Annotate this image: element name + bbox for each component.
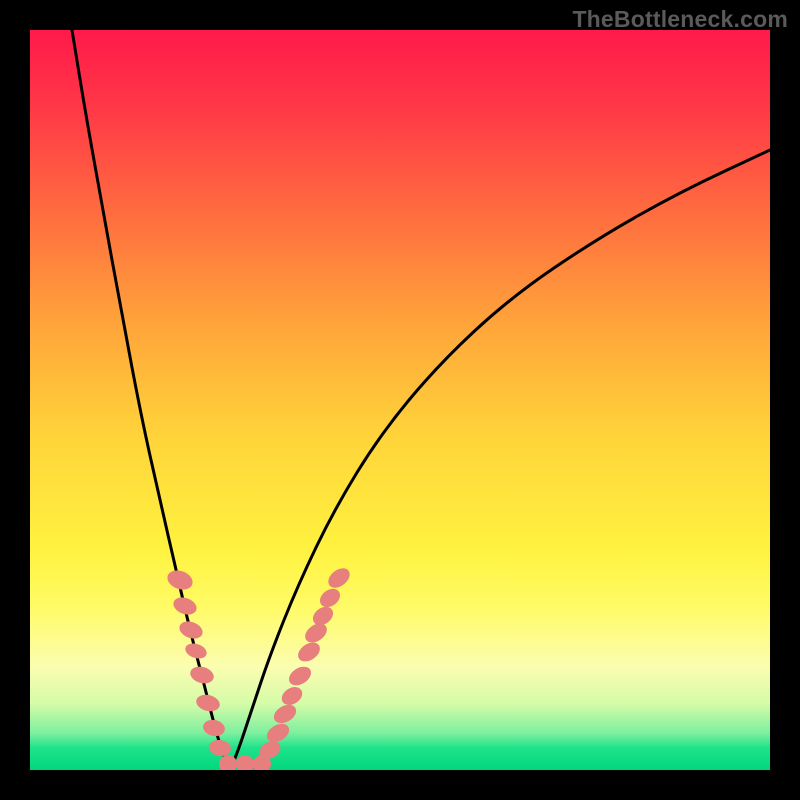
curve-left-branch: [72, 30, 230, 770]
marker-point: [194, 692, 221, 713]
marker-point: [183, 641, 208, 661]
marker-point: [286, 663, 315, 689]
marker-point: [188, 664, 215, 686]
curve-lines: [72, 30, 770, 770]
marker-point: [295, 639, 324, 666]
chart-svg: [30, 30, 770, 770]
marker-point: [165, 567, 196, 593]
marker-point: [316, 585, 343, 611]
marker-point: [171, 594, 199, 617]
curve-right-branch: [230, 150, 770, 770]
marker-point: [236, 755, 254, 770]
marker-point: [264, 720, 293, 746]
marker-point: [202, 718, 227, 738]
marker-point: [271, 701, 300, 727]
marker-point: [278, 683, 305, 708]
watermark-text: TheBottleneck.com: [572, 6, 788, 33]
marker-point: [208, 738, 232, 758]
marker-point: [177, 618, 205, 641]
marker-point: [325, 564, 354, 591]
marker-points: [165, 564, 354, 770]
chart-frame: [30, 30, 770, 770]
